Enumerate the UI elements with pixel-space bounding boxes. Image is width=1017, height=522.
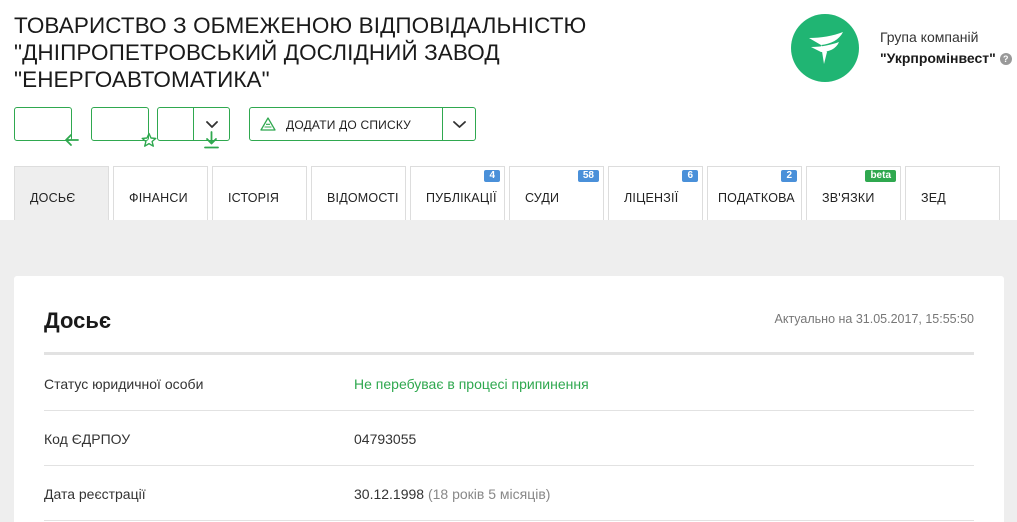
company-header: ТОВАРИСТВО З ОБМЕЖЕНОЮ ВІДПОВІДАЛЬНІСТЮ …: [0, 0, 1017, 220]
count-badge: 58: [577, 170, 599, 182]
group-logo[interactable]: [791, 14, 859, 82]
row-label: Статус юридичної особи: [44, 376, 204, 392]
tab-connections[interactable]: beta ЗВ'ЯЗКИ: [806, 166, 901, 220]
question-circle-icon[interactable]: ?: [999, 53, 1012, 65]
tab-label: ВІДОМОСТІ: [327, 191, 399, 205]
tab-tax[interactable]: 2 ПОДАТКОВА: [707, 166, 802, 220]
table-row: Дата реєстрації 30.12.1998 (18 років 5 м…: [44, 465, 974, 521]
row-value-date: 30.12.1998 (18 років 5 місяців): [354, 486, 550, 502]
row-label: Код ЄДРПОУ: [44, 431, 131, 447]
tab-label: ПУБЛІКАЦІЇ: [426, 191, 497, 205]
add-to-list-label: ДОДАТИ ДО СПИСКУ: [286, 118, 412, 132]
back-button[interactable]: [14, 107, 79, 146]
chevron-down-icon[interactable]: [443, 108, 476, 140]
tab-licenses[interactable]: 6 ЛІЦЕНЗІЇ: [608, 166, 703, 220]
tab-label: ФІНАНСИ: [129, 191, 188, 205]
beta-badge: beta: [865, 170, 896, 182]
tab-info[interactable]: ВІДОМОСТІ: [311, 166, 406, 220]
registration-age: (18 років 5 місяців): [427, 486, 551, 502]
actual-timestamp: Актуально на 31.05.2017, 15:55:50: [774, 312, 975, 326]
count-badge: 2: [781, 170, 797, 182]
section-tabs: ДОСЬЄ ФІНАНСИ ІСТОРІЯ ВІДОМОСТІ 4 ПУБЛІК…: [0, 166, 1017, 220]
group-logo-icon: [809, 32, 843, 64]
add-to-list-button[interactable]: ДОДАТИ ДО СПИСКУ: [249, 107, 476, 141]
tab-label: ІСТОРІЯ: [228, 191, 280, 205]
favorite-button[interactable]: [91, 107, 157, 147]
dossier-title: Досьє: [44, 308, 111, 333]
chevron-down-icon[interactable]: [194, 108, 230, 140]
table-row: Статус юридичної особи Не перебуває в пр…: [44, 355, 974, 411]
group-name[interactable]: "Укрпромінвест"?: [880, 50, 1012, 66]
group-name-text[interactable]: "Укрпромінвест": [880, 50, 996, 66]
triangle-list-icon: [260, 117, 276, 131]
tab-label: ПОДАТКОВА: [718, 191, 795, 205]
company-title: ТОВАРИСТВО З ОБМЕЖЕНОЮ ВІДПОВІДАЛЬНІСТЮ …: [14, 13, 587, 92]
row-value-code: 04793055: [354, 431, 417, 447]
tab-dossier[interactable]: ДОСЬЄ: [14, 166, 109, 220]
registration-date: 30.12.1998: [354, 486, 425, 502]
tab-label: СУДИ: [525, 191, 560, 205]
tab-foreign-trade[interactable]: ЗЕД: [905, 166, 1000, 220]
tab-finance[interactable]: ФІНАНСИ: [113, 166, 208, 220]
tab-label: ЛІЦЕНЗІЇ: [624, 191, 679, 205]
row-value-status: Не перебуває в процесі припинення: [354, 376, 589, 392]
tab-label: ЗВ'ЯЗКИ: [822, 191, 875, 205]
count-badge: 4: [484, 170, 500, 182]
row-label: Дата реєстрації: [44, 486, 146, 502]
tab-courts[interactable]: 58 СУДИ: [509, 166, 604, 220]
tab-history[interactable]: ІСТОРІЯ: [212, 166, 307, 220]
group-label: Група компаній: [880, 29, 979, 45]
tab-label: ЗЕД: [921, 191, 946, 205]
download-button[interactable]: [157, 107, 230, 149]
dossier-card: Досьє Актуально на 31.05.2017, 15:55:50 …: [14, 276, 1004, 522]
tab-label: ДОСЬЄ: [30, 191, 76, 205]
tab-publications[interactable]: 4 ПУБЛІКАЦІЇ: [410, 166, 505, 220]
table-row: Код ЄДРПОУ 04793055: [44, 410, 974, 466]
count-badge: 6: [682, 170, 698, 182]
